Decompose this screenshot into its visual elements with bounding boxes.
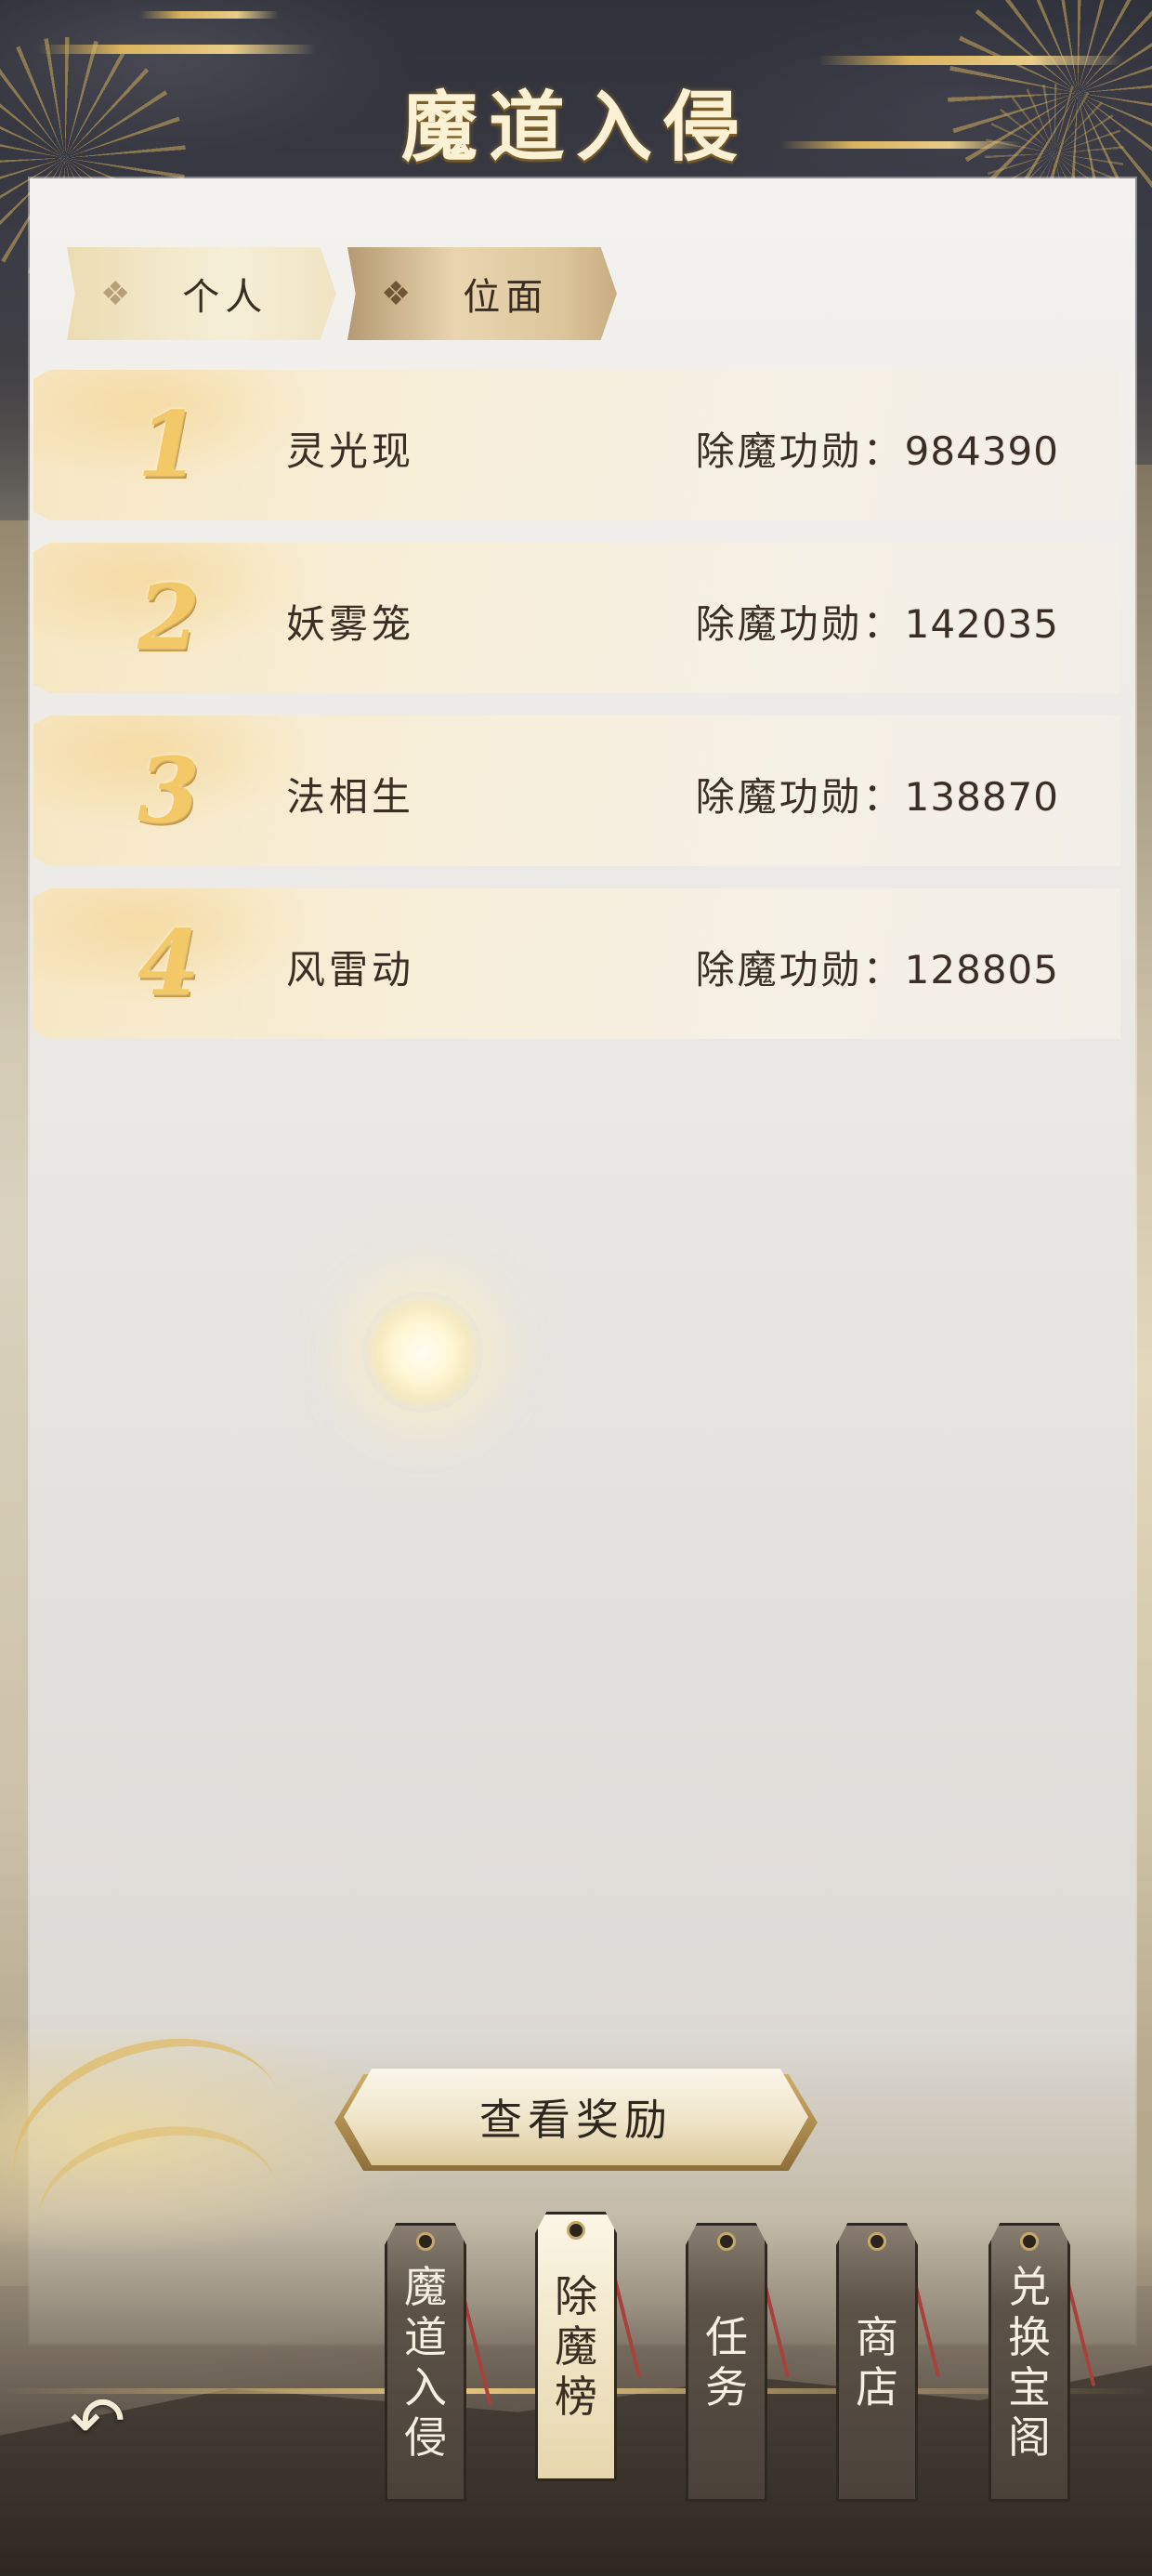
rank-number: 2 [137,565,200,670]
nav-tag-char: 务 [705,2362,748,2412]
page-title: 魔道入侵 [400,83,751,172]
nav-tag-char: 榜 [555,2372,597,2422]
merit-label: 除魔功勋： [695,947,905,992]
panel-edge-decoration [0,520,30,2286]
plane-name: 灵光现 [286,428,415,474]
tab-plane[interactable]: ❖ 位面 [347,247,617,340]
nav-tag-char: 换 [1008,2312,1051,2362]
glowing-orb-decoration [362,1292,483,1413]
merit-label: 除魔功勋： [695,774,905,820]
diamond-icon: ❖ [381,274,417,313]
nav-tag-exchange-pavilion[interactable]: 兑 换 宝 阁 [988,2223,1070,2502]
nav-tag-char: 店 [856,2362,898,2412]
merit-value: 128805 [904,947,1059,992]
nav-tag-char: 任 [705,2312,748,2362]
leaderboard-row: 1 灵光现 除魔功勋：984390 [33,370,1120,520]
screen: { "header": { "title": "魔道入侵" }, "tabs":… [0,0,1152,2576]
nav-tag-char: 入 [404,2362,447,2412]
nav-tag-char: 商 [856,2312,898,2362]
tab-personal[interactable]: ❖ 个人 [67,247,336,340]
plane-name: 风雷动 [286,947,415,992]
view-rewards-button[interactable]: 查看奖励 [344,2069,808,2165]
leaderboard-row: 3 法相生 除魔功勋：138870 [33,716,1120,866]
merit-score: 除魔功勋：984390 [684,420,1093,477]
merit-score: 除魔功勋：138870 [684,766,1093,822]
leaderboard-row: 2 妖雾笼 除魔功勋：142035 [33,543,1120,693]
nav-tag-leaderboard[interactable]: 除 魔 榜 [535,2212,617,2481]
cloud-stroke-decoration [37,45,316,54]
rank-number: 1 [137,392,200,497]
nav-tag-tasks[interactable]: 任 务 [686,2223,767,2502]
nav-tag-char: 宝 [1008,2362,1051,2412]
nav-tag-char: 阁 [1008,2412,1051,2463]
merit-label: 除魔功勋： [695,428,905,474]
nav-tag-char: 魔 [555,2321,597,2372]
rank-number: 4 [137,911,200,1016]
plane-name: 法相生 [286,774,415,820]
nav-tag-char: 侵 [404,2412,447,2463]
plane-name: 妖雾笼 [286,601,415,647]
merit-label: 除魔功勋： [695,601,905,647]
tab-label: 个人 [182,276,268,319]
merit-value: 984390 [904,428,1059,474]
merit-score: 除魔功勋：128805 [684,939,1093,995]
nav-tag-demon-invasion[interactable]: 魔 道 入 侵 [385,2223,466,2502]
nav-tag-char: 道 [404,2312,447,2362]
back-arrow-icon: ↶ [69,2382,126,2460]
nav-tag-char: 魔 [404,2262,447,2312]
diamond-icon: ❖ [100,274,137,313]
tag-hole-icon [567,2221,585,2240]
merit-value: 142035 [904,601,1059,647]
tab-label: 位面 [463,276,549,319]
cloud-stroke-decoration [818,56,1124,65]
back-button[interactable]: ↶ [56,2379,139,2463]
nav-tag-char: 除 [555,2271,597,2321]
nav-tag-char: 兑 [1008,2262,1051,2312]
tag-hole-icon [717,2232,736,2251]
tag-hole-icon [416,2232,435,2251]
nav-tag-shop[interactable]: 商 店 [836,2223,918,2502]
tag-hole-icon [1020,2232,1039,2251]
rank-number: 3 [137,738,200,843]
merit-score: 除魔功勋：142035 [684,593,1093,650]
leaderboard-row: 4 风雷动 除魔功勋：128805 [33,888,1120,1039]
panel-edge-decoration [1135,465,1152,2286]
merit-value: 138870 [904,774,1059,820]
tag-hole-icon [868,2232,886,2251]
cloud-stroke-decoration [139,11,279,19]
